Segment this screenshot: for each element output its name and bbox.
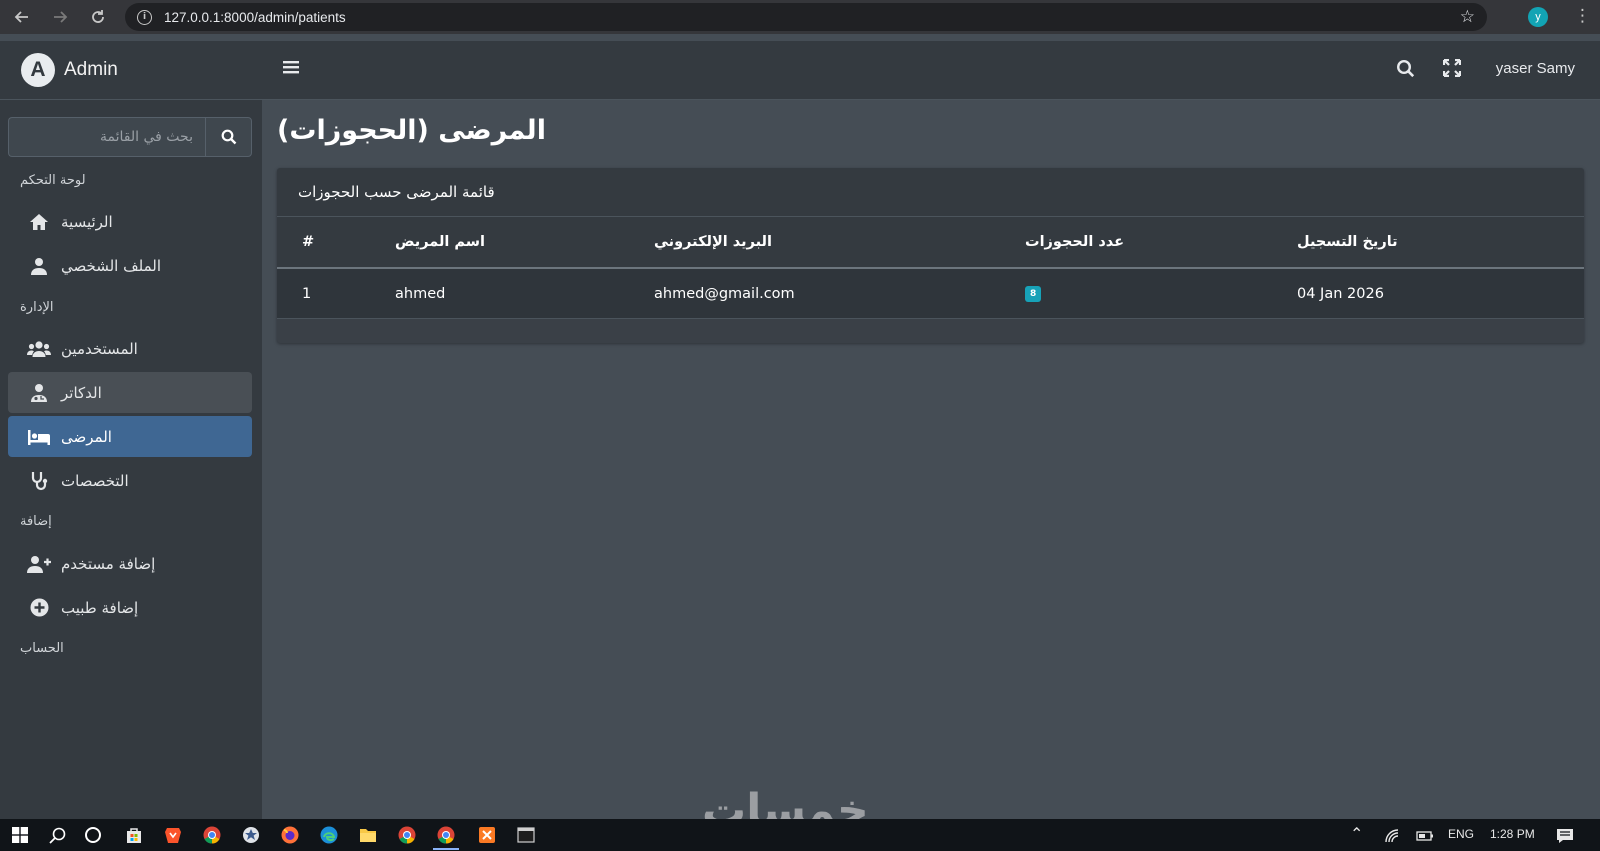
chrome-profile-icon[interactable] <box>397 825 417 845</box>
windows-taskbar: ⌃ ENG 1:28 PM <box>0 819 1600 851</box>
nav-header-management: الإدارة <box>20 300 54 315</box>
bookings-count-badge: 8 <box>1025 285 1042 302</box>
user-plus-icon <box>27 555 51 573</box>
brand-link[interactable]: A Admin <box>0 41 262 100</box>
home-icon <box>27 213 51 231</box>
browser-toolbar: i 127.0.0.1:8000/admin/patients ☆ y ⋮ <box>0 0 1600 34</box>
cell-count: 8 <box>1025 269 1042 318</box>
taskbar-clock[interactable]: 1:28 PM <box>1490 827 1535 841</box>
user-doctor-icon <box>27 383 51 402</box>
cortana-icon[interactable] <box>83 825 103 845</box>
firefox-icon[interactable] <box>280 825 300 845</box>
search-icon <box>221 129 236 145</box>
cell-email: ahmed@gmail.com <box>654 285 795 302</box>
store-icon[interactable] <box>124 825 144 845</box>
app-launcher-icon[interactable] <box>241 825 261 845</box>
chrome-icon[interactable] <box>202 825 222 845</box>
navbar-search-icon[interactable] <box>1396 59 1415 82</box>
nav-header-add: إضافة <box>20 514 52 529</box>
fullscreen-icon[interactable] <box>1442 58 1462 81</box>
active-app-indicator <box>433 848 459 850</box>
reload-icon[interactable] <box>80 0 116 34</box>
sidebar-item-label: المستخدمين <box>61 339 138 358</box>
users-icon <box>27 340 51 358</box>
chrome-active-icon[interactable] <box>436 825 456 845</box>
terminal-icon[interactable] <box>516 825 536 845</box>
header-email: البريد الإلكتروني <box>654 234 772 250</box>
stethoscope-icon <box>27 471 51 491</box>
brand-logo: A <box>21 53 55 87</box>
back-icon[interactable] <box>4 0 40 34</box>
sidebar-item-label: الملف الشخصي <box>61 256 161 275</box>
address-url: 127.0.0.1:8000/admin/patients <box>164 9 346 25</box>
sidebar-item-label: المرضى <box>61 427 112 446</box>
cell-date: 04 Jan 2026 <box>1297 285 1384 302</box>
card-header: قائمة المرضى حسب الحجوزات <box>277 168 1584 217</box>
menu-toggle-icon[interactable] <box>282 59 302 79</box>
windows-start-icon[interactable] <box>10 825 30 845</box>
sidebar-search <box>8 117 252 157</box>
bookmark-star-icon[interactable]: ☆ <box>1460 7 1475 27</box>
user-menu[interactable]: yaser Samy <box>1496 60 1575 77</box>
sidebar-search-input[interactable] <box>8 117 205 157</box>
battery-icon[interactable] <box>1415 826 1435 846</box>
sidebar-item-home[interactable]: الرئيسية <box>8 201 252 242</box>
patients-card: قائمة المرضى حسب الحجوزات # اسم المريض ا… <box>277 168 1584 343</box>
sidebar-item-add-doctor[interactable]: إضافة طبيب <box>8 587 252 628</box>
user-icon <box>27 257 51 275</box>
forward-icon[interactable] <box>42 0 78 34</box>
sidebar-item-specialties[interactable]: التخصصات <box>8 460 252 501</box>
bed-icon <box>27 428 51 446</box>
table-header-row: # اسم المريض البريد الإلكتروني عدد الحجو… <box>277 217 1584 269</box>
sidebar-item-label: إضافة مستخدم <box>61 554 156 573</box>
nav-header-account: الحساب <box>20 641 64 656</box>
brave-browser-icon[interactable] <box>163 825 183 845</box>
card-title: قائمة المرضى حسب الحجوزات <box>298 183 495 201</box>
wifi-icon[interactable] <box>1383 826 1403 846</box>
brand-text: Admin <box>64 59 118 80</box>
header-name: اسم المريض <box>395 234 486 250</box>
top-navbar: yaser Samy <box>262 41 1600 100</box>
sidebar: A Admin لوحة التحكم الرئيسية الملف الشخص… <box>0 41 262 819</box>
taskbar-search-icon[interactable] <box>47 825 67 845</box>
sidebar-item-label: الرئيسية <box>61 212 113 231</box>
nav-header-dashboard: لوحة التحكم <box>20 173 86 188</box>
sidebar-item-doctors[interactable]: الدكاتر <box>8 372 252 413</box>
sidebar-item-label: الدكاتر <box>61 383 102 402</box>
sidebar-item-label: التخصصات <box>61 471 129 490</box>
file-explorer-icon[interactable] <box>358 825 378 845</box>
sidebar-item-label: إضافة طبيب <box>61 598 139 617</box>
sidebar-item-profile[interactable]: الملف الشخصي <box>8 245 252 286</box>
header-num: # <box>302 234 315 250</box>
sidebar-item-add-user[interactable]: إضافة مستخدم <box>8 543 252 584</box>
address-bar[interactable]: i 127.0.0.1:8000/admin/patients ☆ <box>125 3 1487 31</box>
profile-avatar[interactable]: y <box>1528 7 1548 27</box>
table-row: 1 ahmed ahmed@gmail.com 8 04 Jan 2026 <box>277 269 1584 319</box>
xampp-icon[interactable] <box>477 825 497 845</box>
edge-icon[interactable] <box>319 825 339 845</box>
language-indicator[interactable]: ENG <box>1448 827 1474 841</box>
browser-menu-icon[interactable]: ⋮ <box>1574 6 1591 26</box>
page-title: المرضى (الحجوزات) <box>277 115 546 146</box>
card-footer <box>277 319 1584 343</box>
sidebar-search-button[interactable] <box>205 117 252 157</box>
cell-num: 1 <box>302 285 312 302</box>
site-info-icon[interactable]: i <box>137 9 152 25</box>
notifications-icon[interactable] <box>1555 826 1575 846</box>
header-date: تاريخ التسجيل <box>1297 234 1398 250</box>
plus-circle-icon <box>27 598 51 617</box>
cell-name: ahmed <box>395 285 446 302</box>
tray-chevron-icon[interactable]: ⌃ <box>1350 824 1363 844</box>
header-count: عدد الحجوزات <box>1025 234 1125 250</box>
sidebar-item-users[interactable]: المستخدمين <box>8 328 252 369</box>
sidebar-item-patients[interactable]: المرضى <box>8 416 252 457</box>
patients-table: # اسم المريض البريد الإلكتروني عدد الحجو… <box>277 217 1584 319</box>
